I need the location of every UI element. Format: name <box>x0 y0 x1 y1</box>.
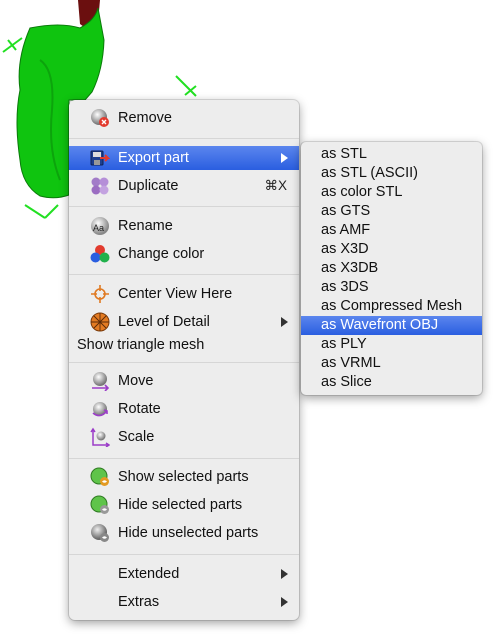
submenu-item-3ds[interactable]: as 3DS <box>301 278 482 297</box>
submenu-item-x3db[interactable]: as X3DB <box>301 259 482 278</box>
submenu-item-ply[interactable]: as PLY <box>301 335 482 354</box>
menu-separator <box>69 138 299 139</box>
menu-item-move[interactable]: Move <box>69 369 299 393</box>
submenu-item-x3d[interactable]: as X3D <box>301 240 482 259</box>
move-icon <box>90 371 110 391</box>
menu-item-extras[interactable]: Extras <box>69 590 299 614</box>
submenu-item-wavefront-obj[interactable]: as Wavefront OBJ <box>301 316 482 335</box>
menu-item-label: Remove <box>118 110 172 126</box>
submenu-item-label: as STL (ASCII) <box>321 165 418 181</box>
menu-item-show-triangle-mesh[interactable]: Show triangle mesh <box>69 333 299 357</box>
menu-item-label: Export part <box>118 150 189 166</box>
menu-item-remove[interactable]: Remove <box>69 106 299 130</box>
submenu-arrow-icon <box>281 317 288 327</box>
menu-separator <box>69 362 299 363</box>
menu-separator <box>69 458 299 459</box>
context-menu: Remove Export part Duplicate ⌘X Aa Renam… <box>69 100 299 620</box>
menu-item-scale[interactable]: Scale <box>69 425 299 449</box>
menu-item-show-selected-parts[interactable]: Show selected parts <box>69 465 299 489</box>
menu-item-change-color[interactable]: Change color <box>69 242 299 266</box>
submenu-item-label: as X3DB <box>321 260 379 276</box>
menu-separator <box>69 554 299 555</box>
submenu-item-label: as Wavefront OBJ <box>321 317 439 333</box>
show-parts-icon <box>90 467 110 487</box>
submenu-item-label: as AMF <box>321 222 371 238</box>
submenu-item-amf[interactable]: as AMF <box>301 221 482 240</box>
menu-item-export-part[interactable]: Export part <box>69 146 299 170</box>
export-submenu: as STL as STL (ASCII) as color STL as GT… <box>301 142 482 395</box>
menu-item-label: Rotate <box>118 401 161 417</box>
submenu-item-label: as 3DS <box>321 279 369 295</box>
color-palette-icon <box>90 244 110 264</box>
menu-item-label: Scale <box>118 429 155 445</box>
submenu-item-color-stl[interactable]: as color STL <box>301 183 482 202</box>
submenu-item-label: as Compressed Mesh <box>321 298 463 314</box>
rotate-icon <box>90 399 110 419</box>
menu-item-label: Duplicate <box>118 178 179 194</box>
submenu-arrow-icon <box>281 597 288 607</box>
menu-item-label: Hide selected parts <box>118 497 243 513</box>
menu-item-level-of-detail[interactable]: Level of Detail <box>69 310 299 334</box>
menu-item-center-view-here[interactable]: Center View Here <box>69 282 299 306</box>
duplicate-icon <box>90 176 110 196</box>
menu-item-hide-selected-parts[interactable]: Hide selected parts <box>69 493 299 517</box>
level-of-detail-icon <box>90 312 110 332</box>
scale-icon <box>90 427 110 447</box>
hide-parts-icon <box>90 495 110 515</box>
submenu-item-compressed-mesh[interactable]: as Compressed Mesh <box>301 297 482 316</box>
submenu-item-label: as Slice <box>321 374 372 390</box>
menu-item-label: Level of Detail <box>118 314 210 330</box>
submenu-item-vrml[interactable]: as VRML <box>301 354 482 373</box>
submenu-item-gts[interactable]: as GTS <box>301 202 482 221</box>
menu-item-label: Center View Here <box>118 286 233 302</box>
menu-item-rotate[interactable]: Rotate <box>69 397 299 421</box>
keyboard-shortcut: ⌘X <box>264 178 287 193</box>
menu-separator <box>69 274 299 275</box>
menu-item-label: Extended <box>118 566 180 582</box>
submenu-arrow-icon <box>281 153 288 163</box>
menu-item-label: Hide unselected parts <box>118 525 259 541</box>
export-icon <box>90 148 110 168</box>
remove-icon <box>90 108 110 128</box>
menu-item-rename[interactable]: Aa Rename <box>69 214 299 238</box>
svg-text:Aa: Aa <box>93 223 104 233</box>
hide-unselected-icon <box>90 523 110 543</box>
submenu-item-slice[interactable]: as Slice <box>301 373 482 392</box>
submenu-item-label: as PLY <box>321 336 367 352</box>
menu-item-label: Move <box>118 373 154 389</box>
menu-separator <box>69 206 299 207</box>
submenu-arrow-icon <box>281 569 288 579</box>
menu-item-label: Show triangle mesh <box>77 337 205 353</box>
menu-item-label: Extras <box>118 594 160 610</box>
submenu-item-label: as X3D <box>321 241 369 257</box>
rename-icon: Aa <box>90 216 110 236</box>
submenu-item-label: as STL <box>321 146 367 162</box>
submenu-item-label: as color STL <box>321 184 403 200</box>
menu-item-duplicate[interactable]: Duplicate ⌘X <box>69 174 299 198</box>
crosshair-icon <box>90 284 110 304</box>
submenu-item-stl[interactable]: as STL <box>301 145 482 164</box>
menu-item-hide-unselected-parts[interactable]: Hide unselected parts <box>69 521 299 545</box>
submenu-item-stl-ascii[interactable]: as STL (ASCII) <box>301 164 482 183</box>
menu-item-label: Rename <box>118 218 173 234</box>
menu-item-extended[interactable]: Extended <box>69 562 299 586</box>
submenu-item-label: as VRML <box>321 355 381 371</box>
menu-item-label: Show selected parts <box>118 469 249 485</box>
submenu-item-label: as GTS <box>321 203 371 219</box>
menu-item-label: Change color <box>118 246 205 262</box>
